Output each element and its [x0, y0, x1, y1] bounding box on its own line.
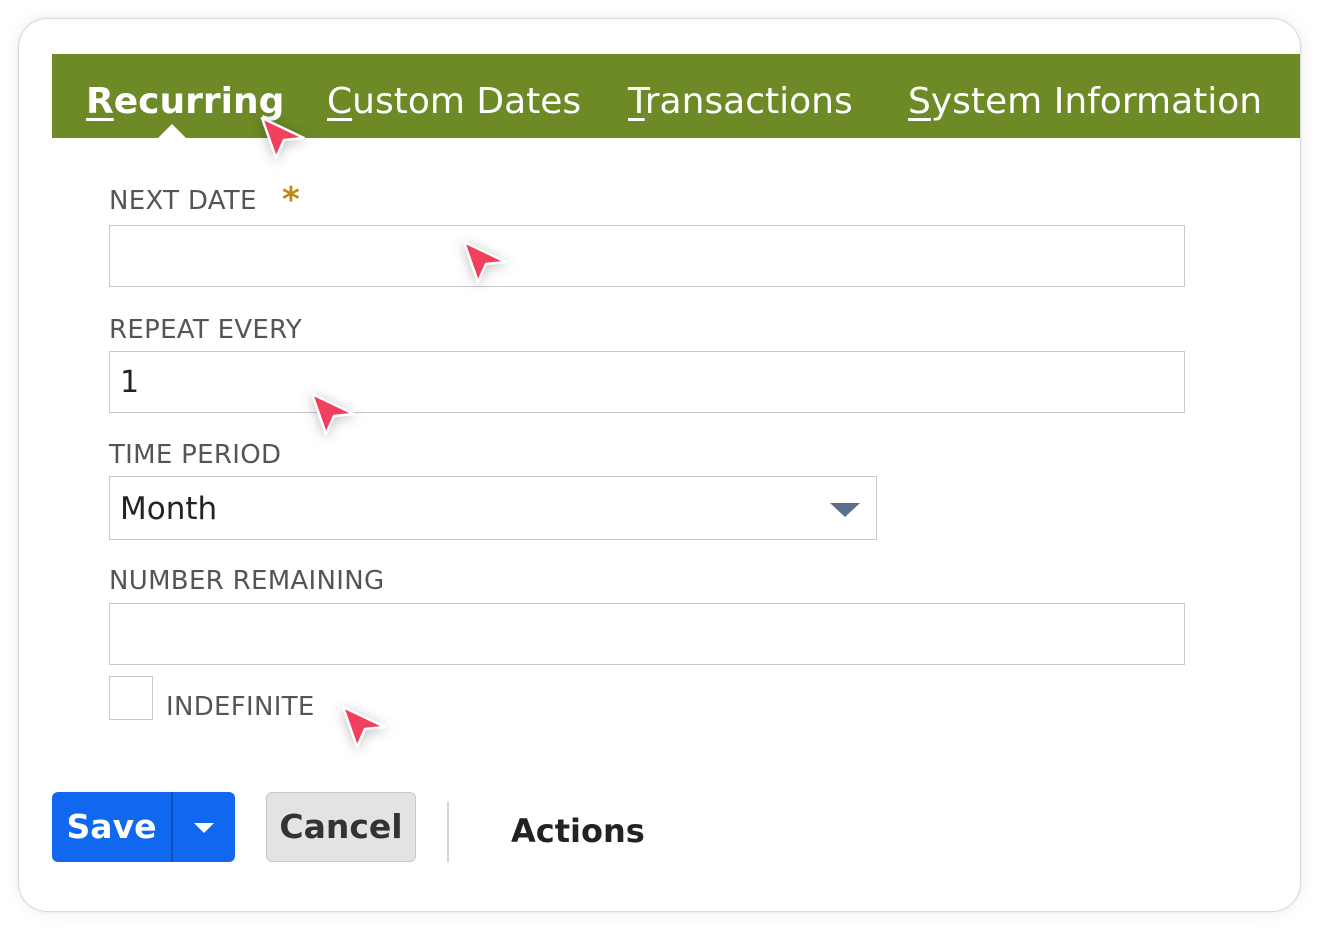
required-mark: * [282, 180, 300, 220]
save-options-button[interactable] [173, 792, 235, 862]
tab-label: ustom Dates [352, 81, 582, 122]
tab-custom-dates[interactable]: Custom Dates [327, 54, 581, 138]
next-date-input[interactable] [109, 225, 1185, 287]
tab-label: ecurring [113, 81, 285, 122]
button-divider [447, 802, 449, 862]
time-period-label: TIME PERIOD [109, 440, 282, 470]
actions-menu[interactable]: Actions [511, 812, 645, 850]
active-tab-indicator [158, 124, 186, 138]
indefinite-label: INDEFINITE [166, 692, 315, 722]
tab-label: ransactions [644, 81, 853, 122]
time-period-select[interactable]: Month [109, 476, 877, 540]
tab-label: ystem Information [930, 81, 1263, 122]
tab-accelerator: S [908, 81, 931, 122]
time-period-value: Month [120, 491, 218, 527]
indefinite-checkbox[interactable] [109, 676, 153, 720]
number-remaining-label: NUMBER REMAINING [109, 566, 385, 596]
mouse-pointer-icon [310, 392, 356, 436]
chevron-down-icon[interactable] [830, 503, 860, 517]
cancel-button[interactable]: Cancel [266, 792, 416, 862]
repeat-every-input[interactable] [109, 351, 1185, 413]
chevron-down-icon [194, 823, 214, 833]
repeat-every-label: REPEAT EVERY [109, 315, 303, 345]
save-button-group: Save [52, 792, 235, 862]
tab-accelerator: R [86, 81, 114, 122]
tab-transactions[interactable]: Transactions [628, 54, 853, 138]
tab-accelerator: T [628, 81, 645, 122]
tab-system-information[interactable]: System Information [908, 54, 1262, 138]
mouse-pointer-icon [341, 705, 387, 749]
mouse-pointer-icon [462, 240, 508, 284]
tab-accelerator: C [327, 81, 353, 122]
mouse-pointer-icon [260, 116, 306, 160]
tab-bar: Recurring Custom Dates Transactions Syst… [52, 54, 1300, 138]
save-button[interactable]: Save [52, 792, 171, 862]
number-remaining-input[interactable] [109, 603, 1185, 665]
next-date-label: NEXT DATE [109, 186, 257, 216]
